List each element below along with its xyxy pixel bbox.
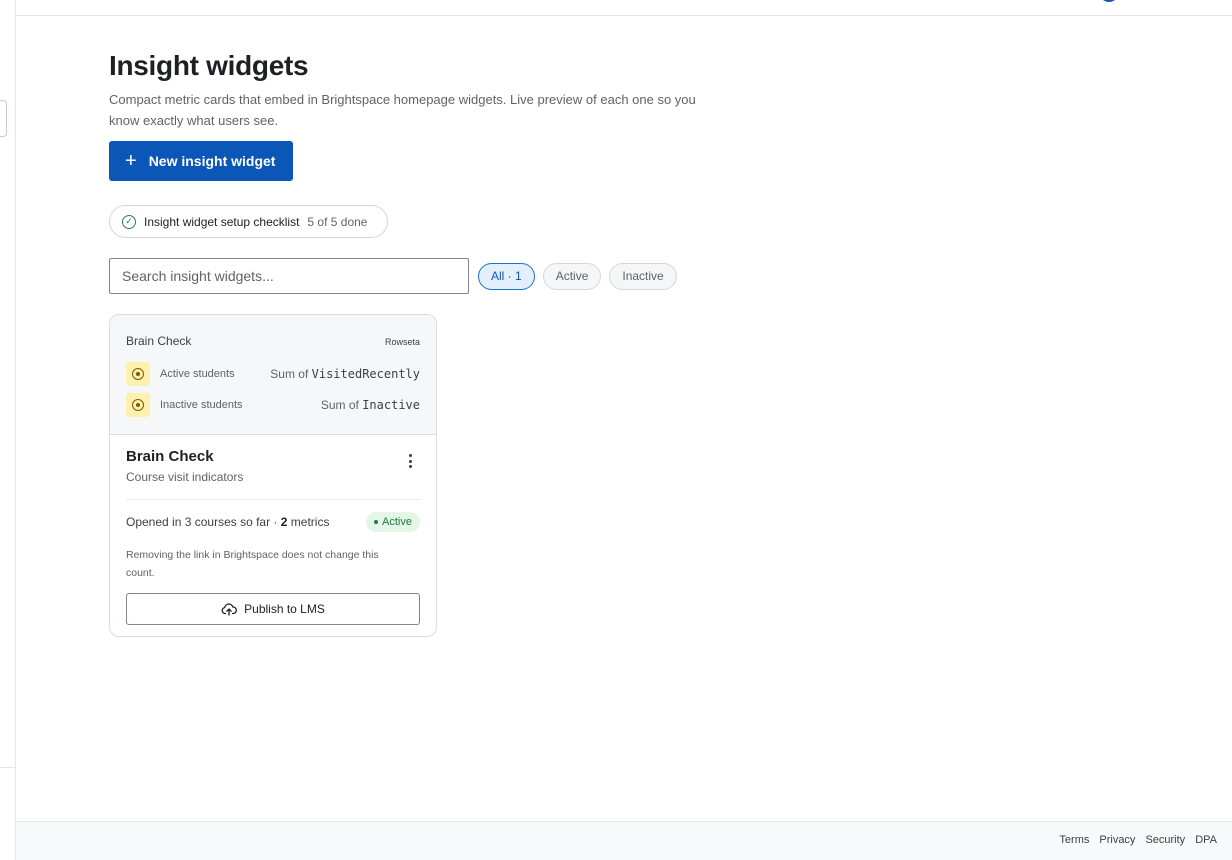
status-label: Active: [382, 516, 412, 528]
metric-agg: Sum of: [270, 367, 309, 381]
main-content: Insight widgets Compact metric cards tha…: [109, 50, 749, 294]
metric-value: Sum of VisitedRecently: [270, 367, 420, 381]
metric-suffix: metrics: [290, 515, 330, 529]
status-dot-icon: [374, 520, 379, 524]
publish-to-lms-button[interactable]: Publish to LMS: [126, 593, 420, 625]
plus-icon: +: [125, 150, 137, 172]
metric-value: Sum of Inactive: [321, 398, 420, 412]
metric-label: Inactive students: [160, 399, 243, 411]
sidebar-collapse-handle[interactable]: [0, 100, 7, 137]
checklist-label: Insight widget setup checklist: [144, 214, 300, 229]
card-note: Removing the link in Brightspace does no…: [126, 549, 379, 579]
new-insight-widget-button[interactable]: + New insight widget: [109, 141, 293, 181]
top-bar: [16, 0, 1232, 16]
card-title: Brain Check: [126, 448, 214, 465]
footer-link-security[interactable]: Security: [1145, 834, 1185, 846]
preview-brand: Rowseta: [384, 337, 420, 347]
card-divider: [126, 499, 420, 500]
metric-field: Inactive: [362, 398, 420, 412]
rail-divider: [0, 767, 16, 768]
footer: Terms Privacy Security DPA: [16, 821, 1232, 860]
avatar[interactable]: [1099, 0, 1119, 2]
footer-link-privacy[interactable]: Privacy: [1099, 834, 1135, 846]
metric-field: VisitedRecently: [311, 367, 420, 381]
setup-checklist-pill[interactable]: ✓ Insight widget setup checklist 5 of 5 …: [109, 205, 388, 238]
widget-preview: Brain Check Rowseta Active students Sum …: [110, 315, 436, 435]
insight-widget-card: Brain Check Rowseta Active students Sum …: [109, 314, 437, 637]
page-subtitle: Compact metric cards that embed in Brigh…: [109, 92, 696, 128]
filter-chip-active[interactable]: Active: [542, 262, 602, 290]
check-circle-icon: ✓: [122, 214, 136, 229]
target-icon: [126, 362, 150, 386]
target-icon: [126, 393, 150, 417]
new-insight-widget-label: New insight widget: [148, 153, 276, 169]
card-subtitle: Course visit indicators: [126, 470, 244, 484]
search-filter-row: All · 1 Active Inactive: [109, 258, 677, 294]
filter-chip-inactive[interactable]: Inactive: [609, 262, 677, 290]
metric-label: Active students: [160, 368, 235, 380]
usage-stats: Opened in 3 courses so far · 2 metrics: [126, 515, 329, 529]
metric-count: 2: [280, 515, 288, 529]
footer-link-terms[interactable]: Terms: [1059, 834, 1089, 846]
status-badge: Active: [366, 512, 420, 532]
page-title: Insight widgets: [109, 50, 309, 81]
footer-link-dpa[interactable]: DPA: [1195, 834, 1217, 846]
cloud-upload-icon: [221, 603, 238, 616]
preview-metric-row: Active students Sum of VisitedRecently: [126, 362, 420, 386]
preview-metric-row: Inactive students Sum of Inactive: [126, 393, 420, 417]
stats-prefix: Opened in 3 courses so far ·: [126, 515, 278, 529]
search-input[interactable]: [109, 258, 469, 294]
filter-chip-all[interactable]: All · 1: [478, 262, 535, 290]
preview-title: Brain Check: [126, 334, 192, 348]
metric-agg: Sum of: [320, 398, 359, 412]
more-options-icon[interactable]: [402, 452, 418, 470]
left-rail: [0, 0, 16, 860]
publish-label: Publish to LMS: [244, 602, 325, 616]
checklist-count: 5 of 5 done: [307, 214, 368, 229]
footer-links: Terms Privacy Security DPA: [1059, 834, 1217, 846]
